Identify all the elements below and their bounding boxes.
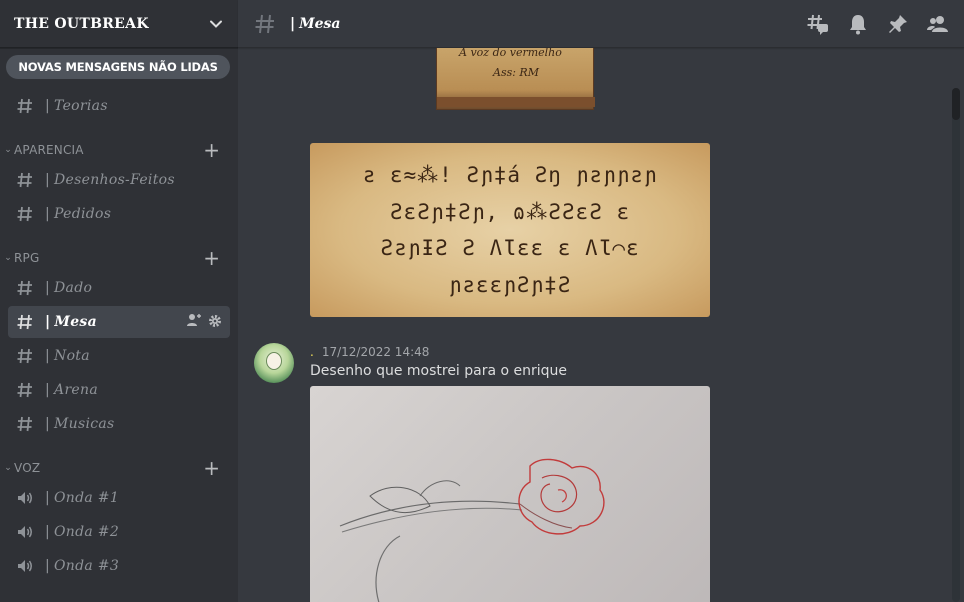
channel-label: Onda #2 bbox=[54, 524, 120, 540]
hash-icon bbox=[15, 278, 35, 298]
channel-bar: | bbox=[45, 314, 51, 330]
app-window: THE OUTBREAK NOVAS MENSAGENS NÃO LIDAS |… bbox=[0, 0, 964, 602]
hash-icon bbox=[254, 13, 276, 35]
channel-bar: | bbox=[45, 98, 51, 114]
message-text: Desenho que mostrei para o enrique bbox=[310, 363, 568, 379]
channel-title-text: Mesa bbox=[299, 15, 341, 32]
add-channel-icon[interactable]: + bbox=[203, 248, 220, 268]
channel-label: Onda #3 bbox=[54, 558, 120, 574]
category-label: RPG bbox=[14, 251, 40, 265]
scroll-thumb[interactable] bbox=[952, 88, 960, 120]
category-label: APARENCIA bbox=[14, 143, 84, 157]
add-channel-icon[interactable]: + bbox=[203, 458, 220, 478]
category-voz[interactable]: ⌄ VOZ + bbox=[0, 458, 238, 478]
channel-bar: | bbox=[45, 524, 51, 540]
channel-bar: | bbox=[45, 172, 51, 188]
caret-down-icon: ⌄ bbox=[4, 463, 12, 473]
channel-label: Arena bbox=[54, 382, 98, 398]
avatar-face bbox=[266, 352, 282, 370]
channel-label: Desenhos-Feitos bbox=[54, 172, 175, 188]
channel-bar: | bbox=[45, 416, 51, 432]
timestamp: 17/12/2022 14:48 bbox=[321, 345, 430, 359]
server-name: THE OUTBREAK bbox=[14, 15, 149, 32]
channel-label: Musicas bbox=[54, 416, 115, 432]
image-attachment-parchment[interactable]: A voz do vermelho Ass: RM bbox=[436, 48, 595, 110]
caret-down-icon: ⌄ bbox=[4, 145, 12, 155]
server-header[interactable]: THE OUTBREAK bbox=[0, 0, 238, 48]
voice-channel-onda-1[interactable]: | Onda #1 bbox=[8, 482, 230, 514]
image-attachment-cipher[interactable]: ƨ ɛ≈⁂! Ƨɲ‡á Ƨŋ ɲƨɲɲƨɲ ƧɛƧɲ‡Ƨɲ, ɷ⁂ƧƧɛƧ ɛ … bbox=[310, 143, 710, 317]
category-label: VOZ bbox=[14, 461, 41, 475]
parchment-edge bbox=[437, 97, 595, 107]
main-panel: | Mesa A voz do vermelho Ass: RM ƨ ɛ≈⁂! … bbox=[238, 0, 964, 602]
message-header: . 17/12/2022 14:48 bbox=[310, 345, 429, 359]
channel-bar: | bbox=[45, 558, 51, 574]
threads-icon[interactable] bbox=[806, 12, 830, 36]
hash-icon bbox=[15, 96, 35, 116]
voice-channel-onda-2[interactable]: | Onda #2 bbox=[8, 516, 230, 548]
channel-teorias[interactable]: | Teorias bbox=[8, 90, 230, 122]
pin-icon[interactable] bbox=[886, 12, 910, 36]
channel-label: Teorias bbox=[54, 98, 108, 114]
image-attachment-drawing[interactable] bbox=[310, 386, 710, 602]
channel-title: | Mesa bbox=[290, 16, 340, 32]
channel-bar: | bbox=[45, 382, 51, 398]
speaker-icon bbox=[15, 556, 35, 576]
category-rpg[interactable]: ⌄ RPG + bbox=[0, 248, 238, 268]
scrollbar[interactable] bbox=[950, 48, 964, 602]
speaker-icon bbox=[15, 488, 35, 508]
bell-icon[interactable] bbox=[846, 12, 870, 36]
hash-icon bbox=[15, 170, 35, 190]
caret-down-icon: ⌄ bbox=[4, 253, 12, 263]
scroll-track[interactable] bbox=[952, 88, 960, 602]
channel-sidebar: THE OUTBREAK NOVAS MENSAGENS NÃO LIDAS |… bbox=[0, 0, 238, 602]
hash-icon bbox=[15, 380, 35, 400]
channel-bar: | bbox=[45, 280, 51, 296]
channel-mesa[interactable]: | Mesa bbox=[8, 306, 230, 338]
add-channel-icon[interactable]: + bbox=[203, 140, 220, 160]
channel-musicas[interactable]: | Musicas bbox=[8, 408, 230, 440]
username[interactable]: . bbox=[310, 345, 314, 359]
channel-label: Pedidos bbox=[54, 206, 112, 222]
new-messages-banner[interactable]: NOVAS MENSAGENS NÃO LIDAS bbox=[6, 55, 230, 79]
channel-label: Dado bbox=[54, 280, 93, 296]
channel-bar: | bbox=[45, 206, 51, 222]
voice-channel-onda-3[interactable]: | Onda #3 bbox=[8, 550, 230, 582]
channel-pedidos[interactable]: | Pedidos bbox=[8, 198, 230, 230]
parchment-line-1: A voz do vermelho bbox=[459, 48, 562, 59]
channel-label: Onda #1 bbox=[54, 490, 120, 506]
channel-arena[interactable]: | Arena bbox=[8, 374, 230, 406]
header-toolbar bbox=[806, 12, 950, 36]
channel-dado[interactable]: | Dado bbox=[8, 272, 230, 304]
avatar[interactable] bbox=[254, 343, 294, 383]
members-icon[interactable] bbox=[926, 12, 950, 36]
channel-label: Mesa bbox=[54, 314, 97, 330]
cipher-line: ƧɛƧɲ‡Ƨɲ, ɷ⁂ƧƧɛƧ ɛ bbox=[389, 199, 631, 224]
title-bar: | bbox=[290, 15, 296, 32]
channel-bar: | bbox=[45, 490, 51, 506]
invite-icon[interactable] bbox=[186, 312, 202, 332]
hash-icon bbox=[15, 346, 35, 366]
hash-icon bbox=[15, 414, 35, 434]
channel-nota[interactable]: | Nota bbox=[8, 340, 230, 372]
channel-desenhos-feitos[interactable]: | Desenhos-Feitos bbox=[8, 164, 230, 196]
channel-bar: | bbox=[45, 348, 51, 364]
message-list[interactable]: A voz do vermelho Ass: RM ƨ ɛ≈⁂! Ƨɲ‡á Ƨŋ… bbox=[238, 48, 964, 602]
cipher-line: ƨ ɛ≈⁂! Ƨɲ‡á Ƨŋ ɲƨɲɲƨɲ bbox=[362, 163, 658, 188]
parchment-line-2: Ass: RM bbox=[493, 66, 539, 79]
cipher-line: ɲƨɛɛɲƧɲ‡Ƨ bbox=[448, 272, 572, 297]
channel-label: Nota bbox=[54, 348, 90, 364]
channel-header: | Mesa bbox=[238, 0, 964, 48]
gear-icon[interactable] bbox=[208, 313, 222, 332]
chevron-down-icon[interactable] bbox=[208, 16, 224, 32]
speaker-icon bbox=[15, 522, 35, 542]
rose-sketch bbox=[339, 458, 605, 602]
hash-icon bbox=[15, 204, 35, 224]
hash-icon bbox=[15, 312, 35, 332]
category-aparencia[interactable]: ⌄ APARENCIA + bbox=[0, 140, 238, 160]
cipher-line: ƧƨɲƗƧ Ƨ ɅƖɛɛ ɛ ɅƖ⌒ɛ bbox=[380, 236, 640, 261]
